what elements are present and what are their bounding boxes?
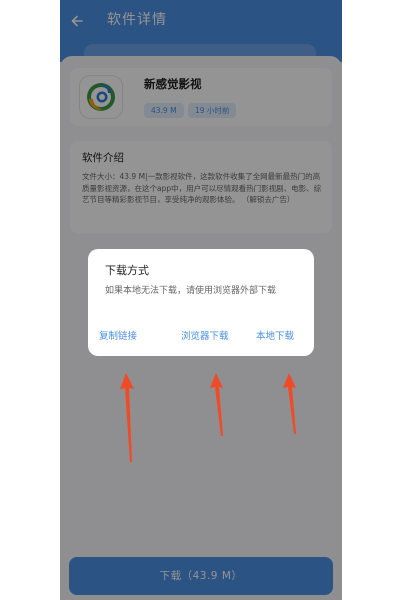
download-method-dialog: 下载方式 如果本地无法下载，请使用浏览器外部下载 复制链接 浏览器下载 本地下载 <box>88 249 314 356</box>
phone-screen: 软件详情 新感觉影视 43.9 M 19 小时前 软件介绍 文件大小：43.9 … <box>60 0 342 600</box>
dialog-message: 如果本地无法下载，请使用浏览器外部下载 <box>105 286 277 296</box>
local-download-button[interactable]: 本地下载 <box>256 330 294 344</box>
browser-download-button[interactable]: 浏览器下载 <box>181 330 229 344</box>
copy-link-button[interactable]: 复制链接 <box>99 330 137 344</box>
dialog-title: 下载方式 <box>105 264 149 277</box>
